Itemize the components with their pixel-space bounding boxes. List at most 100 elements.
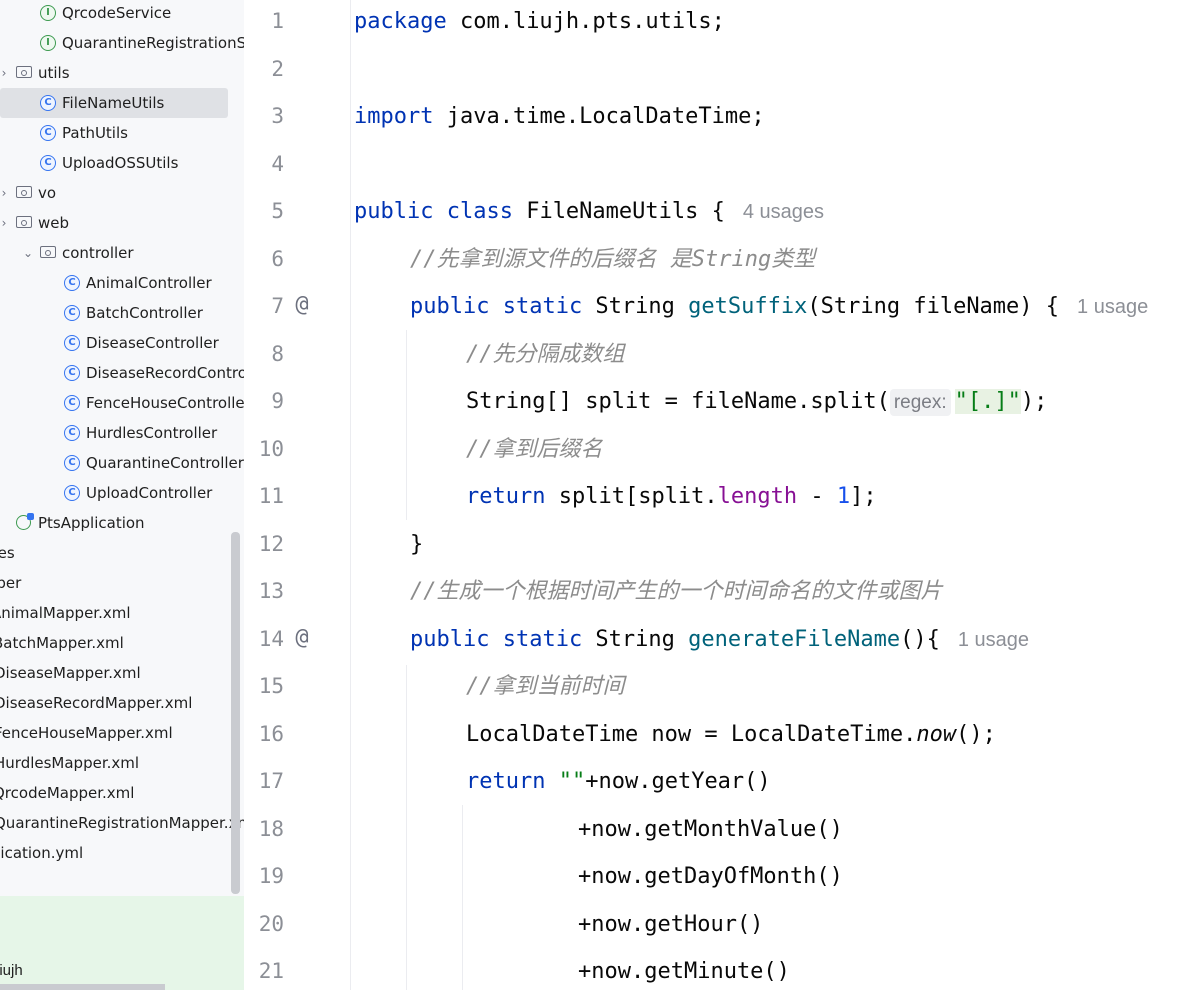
tree-scrollbar[interactable] <box>231 532 240 894</box>
tree-item-pathutils[interactable]: C PathUtils <box>0 118 244 148</box>
chevron-right-icon[interactable]: › <box>0 178 10 208</box>
interface-icon: I <box>40 5 56 21</box>
code-line-15: //拿到当前时间 <box>466 671 625 703</box>
tree-item-qrcodemapper-xml[interactable]: QrcodeMapper.xml <box>0 778 244 808</box>
usages-hint[interactable]: 1 usage <box>1077 296 1148 318</box>
class-icon: C <box>64 455 80 471</box>
method-name: getSuffix <box>688 294 808 319</box>
tree-item-hurdlescontroller[interactable]: C HurdlesController <box>0 418 244 448</box>
tree-item-batchmapper-xml[interactable]: BatchMapper.xml <box>0 628 244 658</box>
tree-item-label: DiseaseController <box>86 334 219 352</box>
tree-item-label: DiseaseMapper.xml <box>0 664 141 682</box>
code-text: LocalDateTime now = LocalDateTime. <box>466 722 917 747</box>
tree-item-label: UploadOSSUtils <box>62 154 179 172</box>
tree-item-animalmapper-xml[interactable]: AnimalMapper.xml <box>0 598 244 628</box>
tree-horizontal-scrollbar[interactable] <box>0 984 165 990</box>
field-name: length <box>717 484 798 509</box>
line-number[interactable]: 16 <box>244 722 284 746</box>
tree-item-label: DiseaseRecordMapper.xml <box>0 694 193 712</box>
tree-item-label: utils <box>38 64 70 82</box>
code-text: +now.getMinute() <box>578 959 790 984</box>
tree-item-label: resources <box>0 544 15 562</box>
tree-item-vo[interactable]: › vo <box>0 178 244 208</box>
indent-guide <box>406 330 407 520</box>
package-folder-icon <box>16 216 32 228</box>
tree-item-hurdlesmapper-xml[interactable]: HurdlesMapper.xml <box>0 748 244 778</box>
tree-item-controller[interactable]: ⌄ controller <box>0 238 244 268</box>
keyword: return <box>466 484 546 509</box>
tree-item-batchcontroller[interactable]: C BatchController <box>0 298 244 328</box>
line-number[interactable]: 4 <box>244 152 284 176</box>
tree-item-label: vo <box>38 184 57 202</box>
line-number[interactable]: 19 <box>244 864 284 888</box>
tree-item-utils[interactable]: › utils <box>0 58 244 88</box>
code-editor[interactable]: 1 2 3 4 5 6 7 8 9 10 11 12 13 14 15 16 17 18 19 20 21 @ @ pa… <box>244 0 1188 990</box>
tree-item-quarantinecontroller[interactable]: C QuarantineController <box>0 448 244 478</box>
line-number[interactable]: 12 <box>244 532 284 556</box>
code-line-6: //先拿到源文件的后缀名 是String类型 <box>410 244 815 276</box>
code-text: ); <box>1020 389 1048 414</box>
line-number[interactable]: 6 <box>244 247 284 271</box>
line-number[interactable]: 13 <box>244 579 284 603</box>
line-number[interactable]: 21 <box>244 959 284 983</box>
code-text: +now.getYear() <box>585 769 771 794</box>
line-number[interactable]: 2 <box>244 57 284 81</box>
line-number[interactable]: 14 <box>244 627 284 651</box>
line-number[interactable]: 17 <box>244 769 284 793</box>
comment-text: //先分隔成数组 <box>466 342 625 367</box>
tree-item-diseasecontroller[interactable]: C DiseaseController <box>0 328 244 358</box>
keyword: public static <box>410 294 583 319</box>
code-line-16: LocalDateTime now = LocalDateTime.now(); <box>466 719 996 751</box>
usages-hint[interactable]: 4 usages <box>743 201 824 223</box>
tree-item-diseaserecordmapper-xml[interactable]: DiseaseRecordMapper.xml <box>0 688 244 718</box>
tree-item-fencehousecontroller[interactable]: C FenceHouseController <box>0 388 244 418</box>
line-number[interactable]: 8 <box>244 342 284 366</box>
tree-item-quarantineregistrationmapper-xml[interactable]: QuarantineRegistrationMapper.xml <box>0 808 244 838</box>
code-text: String[] split = fileName.split( <box>466 389 890 414</box>
tree-item-fencehousemapper-xml[interactable]: FenceHouseMapper.xml <box>0 718 244 748</box>
line-number[interactable]: 11 <box>244 484 284 508</box>
override-marker-icon[interactable]: @ <box>289 625 315 651</box>
code-text: +now.getMonthValue() <box>578 817 843 842</box>
tree-item-label: FenceHouseController <box>86 394 244 412</box>
tree-item-qrcodeservice[interactable]: I QrcodeService <box>0 0 244 28</box>
tree-item-quarantineregistrationservice[interactable]: I QuarantineRegistrationService <box>0 28 244 58</box>
tree-item-web[interactable]: › web <box>0 208 244 238</box>
tree-item-animalcontroller[interactable]: C AnimalController <box>0 268 244 298</box>
code-text: String <box>582 294 689 319</box>
chevron-right-icon[interactable]: › <box>0 208 10 238</box>
tree-item-diseasemapper-xml[interactable]: DiseaseMapper.xml <box>0 658 244 688</box>
code-text: ]; <box>850 484 877 509</box>
code-text: com.liujh.pts.utils; <box>446 9 725 34</box>
line-number[interactable]: 20 <box>244 912 284 936</box>
line-number[interactable]: 9 <box>244 389 284 413</box>
tree-item-uploadossutils[interactable]: C UploadOSSUtils <box>0 148 244 178</box>
code-text: (){ <box>900 627 940 652</box>
line-number[interactable]: 15 <box>244 674 284 698</box>
tree-item-label: DiseaseRecordController <box>86 364 244 382</box>
tree-item-uploadcontroller[interactable]: C UploadController <box>0 478 244 508</box>
line-number[interactable]: 5 <box>244 199 284 223</box>
line-number[interactable]: 3 <box>244 104 284 128</box>
chevron-right-icon[interactable]: › <box>0 58 10 88</box>
tree-item-diseaserecordcontroller[interactable]: C DiseaseRecordController <box>0 358 244 388</box>
line-number[interactable]: 7 <box>244 294 284 318</box>
tree-item-label: BatchController <box>86 304 203 322</box>
line-number[interactable]: 10 <box>244 437 284 461</box>
tree-item-mapper[interactable]: mapper <box>0 568 244 598</box>
code-text: split[split. <box>545 484 718 509</box>
line-number[interactable]: 1 <box>244 9 284 33</box>
tree-item-resources[interactable]: resources <box>0 538 244 568</box>
line-number[interactable]: 18 <box>244 817 284 841</box>
override-marker-icon[interactable]: @ <box>289 292 315 318</box>
code-line-20: +now.getHour() <box>578 909 763 941</box>
usages-hint[interactable]: 1 usage <box>958 629 1029 651</box>
class-icon: C <box>40 95 56 111</box>
tree-item-label: FileNameUtils <box>62 94 165 112</box>
tree-item-ptsapplication[interactable]: PtsApplication <box>0 508 244 538</box>
package-folder-icon <box>16 66 32 78</box>
class-icon: C <box>64 305 80 321</box>
tree-item-filenameutils[interactable]: C FileNameUtils <box>0 88 228 118</box>
chevron-down-icon[interactable]: ⌄ <box>22 238 34 268</box>
tree-item-application-yml[interactable]: application.yml <box>0 838 244 868</box>
